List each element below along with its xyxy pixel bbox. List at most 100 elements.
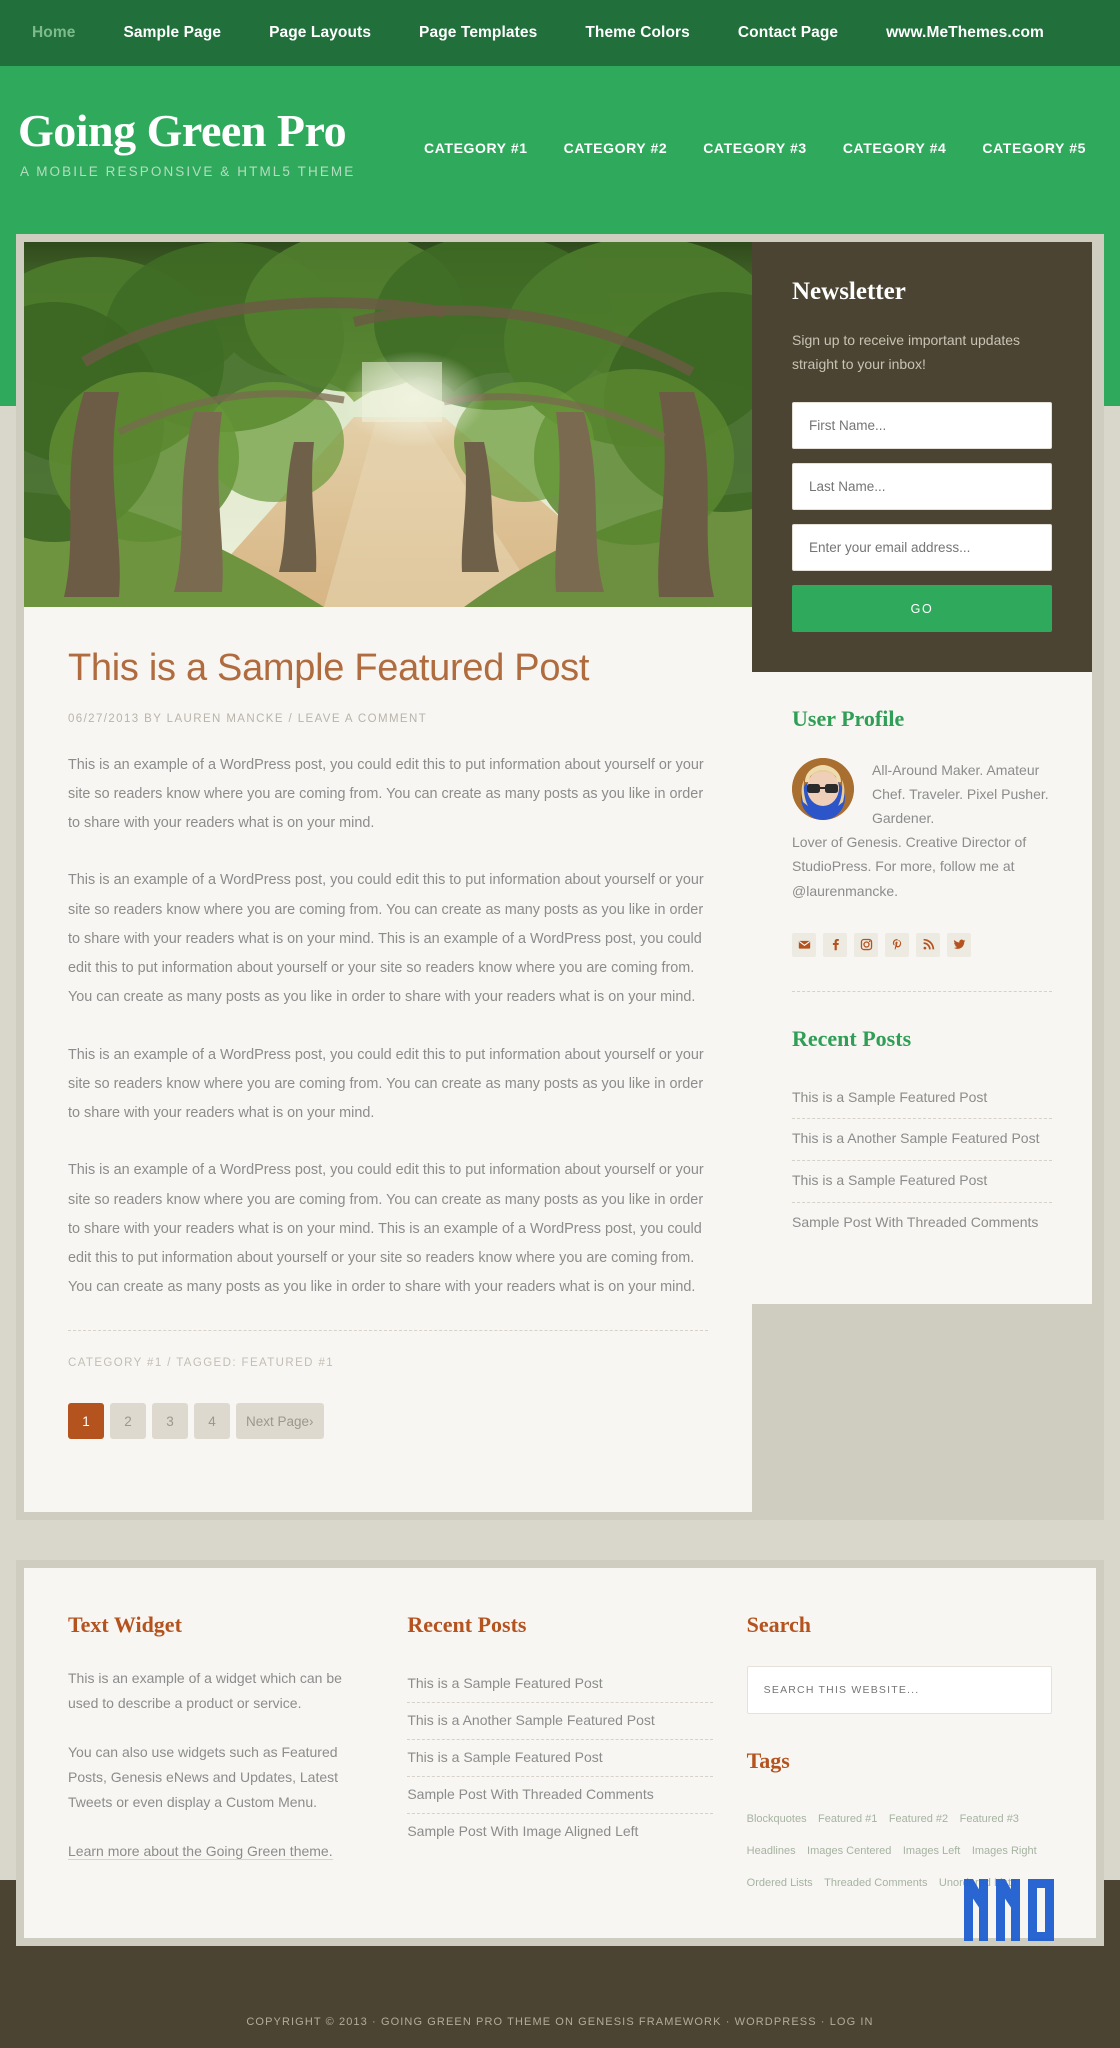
footer-widgets-outer: Text Widget This is an example of a widg… (16, 1560, 1104, 1946)
list-item[interactable]: This is a Sample Featured Post (407, 1666, 713, 1703)
footer-text-widget-p2: You can also use widgets such as Feature… (68, 1743, 339, 1810)
tag-link[interactable]: Ordered Lists (747, 1877, 813, 1889)
avatar (792, 758, 854, 821)
newsletter-description: Sign up to receive important updates str… (792, 332, 1021, 373)
header-nav-category-3[interactable]: CATEGORY #3 (685, 140, 825, 156)
topnav-item-methemes[interactable]: www.MeThemes.com (862, 24, 1068, 42)
facebook-icon[interactable] (823, 932, 847, 957)
topnav-item-theme-colors[interactable]: Theme Colors (561, 24, 714, 42)
footer-search-title: Search (746, 1612, 812, 1637)
header-nav-category-4[interactable]: CATEGORY #4 (825, 140, 965, 156)
topnav-item-home[interactable]: Home (8, 24, 99, 42)
footer-widget-search-tags: Search Tags Blockquotes Featured #1 Feat… (746, 1612, 1052, 1898)
pagination-page-1[interactable]: 1 (68, 1403, 104, 1440)
going-green-theme-link[interactable]: Learn more about the Going Green theme. (68, 1842, 333, 1860)
topnav-item-page-layouts[interactable]: Page Layouts (245, 24, 395, 42)
sidebar-recent-post-link[interactable]: Sample Post With Threaded Comments (792, 1203, 1052, 1244)
list-item[interactable]: This is a Sample Featured Post (407, 1740, 713, 1777)
tag-link[interactable]: Threaded Comments (824, 1877, 927, 1889)
pagination-next-page[interactable]: Next Page› (236, 1403, 324, 1440)
header-nav-category-1[interactable]: CATEGORY #1 (406, 140, 546, 156)
sidebar-recent-post-link[interactable]: This is a Sample Featured Post (792, 1161, 1052, 1202)
footer-recent-post-link[interactable]: This is a Another Sample Featured Post (407, 1703, 712, 1739)
tag-link[interactable]: Featured #2 (889, 1813, 948, 1825)
pagination-page-3[interactable]: 3 (152, 1403, 188, 1440)
list-item[interactable]: Sample Post With Threaded Comments (792, 1203, 1052, 1244)
footer-recent-post-link[interactable]: This is a Sample Featured Post (407, 1740, 712, 1776)
social-icons-row[interactable] (792, 903, 1052, 957)
header-category-navigation[interactable]: CATEGORY #1 CATEGORY #2 CATEGORY #3 CATE… (406, 66, 1104, 156)
topnav-item-page-templates[interactable]: Page Templates (395, 24, 561, 42)
site-header: Going Green Pro A MOBILE RESPONSIVE & HT… (0, 66, 1120, 234)
sidebar-recent-posts-title: Recent Posts (792, 1025, 912, 1051)
email-icon[interactable] (792, 932, 816, 957)
sidebar-recent-post-link[interactable]: This is a Another Sample Featured Post (792, 1119, 1052, 1160)
post-paragraph: This is an example of a WordPress post, … (68, 872, 704, 1006)
pagination-page-2[interactable]: 2 (110, 1403, 146, 1440)
footer-widget-text: Text Widget This is an example of a widg… (68, 1612, 407, 1898)
primary-sidebar: Newsletter Sign up to receive important … (752, 242, 1092, 1304)
footer-tags-title: Tags (746, 1748, 790, 1773)
pinterest-icon[interactable] (885, 932, 909, 957)
topnav-item-contact-page[interactable]: Contact Page (714, 24, 862, 42)
post-content: This is an example of a WordPress post, … (68, 751, 708, 1303)
list-item[interactable]: This is a Sample Featured Post (792, 1078, 1052, 1120)
user-profile-row: All-Around Maker. Amateur Chef. Traveler… (792, 758, 1052, 830)
footer-recent-post-link[interactable]: Sample Post With Threaded Comments (407, 1777, 712, 1813)
list-item[interactable]: Sample Post With Image Aligned Left (407, 1814, 712, 1850)
user-profile-widget: User Profile All-Around Maker. Amateur C… (752, 672, 1092, 992)
rss-icon[interactable] (916, 932, 940, 957)
list-item[interactable]: This is a Sample Featured Post (792, 1161, 1052, 1204)
footer-text-widget-p3: Learn more about the Going Green theme. (68, 1839, 373, 1864)
site-description: A MOBILE RESPONSIVE & HTML5 THEME (20, 164, 356, 179)
tag-link[interactable]: Featured #1 (818, 1813, 877, 1825)
tag-link[interactable]: Images Centered (807, 1845, 891, 1857)
mmo-watermark (962, 1869, 1058, 1954)
tag-link[interactable]: Blockquotes (747, 1813, 807, 1825)
footer-recent-posts-list: This is a Sample Featured Post This is a… (407, 1666, 713, 1850)
footer-recent-posts-title: Recent Posts (407, 1612, 527, 1637)
pagination-page-4[interactable]: 4 (194, 1403, 230, 1440)
footer-recent-post-link[interactable]: This is a Sample Featured Post (407, 1666, 712, 1702)
newsletter-submit-button[interactable]: GO (792, 585, 1052, 633)
post-meta[interactable]: 06/27/2013 BY LAUREN MANCKE / LEAVE A CO… (68, 713, 708, 725)
newsletter-widget: Newsletter Sign up to receive important … (752, 242, 1092, 673)
header-nav-category-5[interactable]: CATEGORY #5 (964, 140, 1104, 156)
post-paragraph: This is an example of a WordPress post, … (68, 756, 704, 832)
featured-post-image[interactable] (24, 242, 752, 607)
newsletter-last-name-input[interactable] (792, 463, 1052, 511)
tag-link[interactable]: Featured #3 (960, 1813, 1019, 1825)
header-nav-category-2[interactable]: CATEGORY #2 (546, 140, 686, 156)
list-item[interactable]: This is a Another Sample Featured Post (407, 1703, 713, 1740)
sidebar-recent-post-link[interactable]: This is a Sample Featured Post (792, 1078, 1052, 1119)
tag-link[interactable]: Headlines (747, 1845, 796, 1857)
site-footer: COPYRIGHT © 2013 · GOING GREEN PRO THEME… (0, 1996, 1120, 2048)
list-item[interactable]: This is a Another Sample Featured Post (792, 1119, 1052, 1162)
footer-recent-post-link[interactable]: Sample Post With Image Aligned Left (407, 1814, 712, 1850)
post-paragraph: This is an example of a WordPress post, … (68, 1046, 704, 1122)
post-article: This is a Sample Featured Post 06/27/201… (24, 607, 752, 1491)
footer-text-widget-p1: This is an example of a widget which can… (68, 1670, 342, 1711)
newsletter-title: Newsletter (792, 278, 906, 305)
topnav-item-sample-page[interactable]: Sample Page (99, 24, 245, 42)
user-profile-title: User Profile (792, 706, 905, 732)
site-inner: This is a Sample Featured Post 06/27/201… (16, 234, 1104, 1520)
post-paragraph: This is an example of a WordPress post, … (68, 1162, 704, 1296)
footer-credits[interactable]: COPYRIGHT © 2013 · GOING GREEN PRO THEME… (246, 2016, 873, 2028)
list-item[interactable]: Sample Post With Threaded Comments (407, 1777, 713, 1814)
tag-link[interactable]: Images Right (972, 1845, 1037, 1857)
newsletter-first-name-input[interactable] (792, 402, 1052, 450)
site-branding[interactable]: Going Green Pro A MOBILE RESPONSIVE & HT… (16, 66, 356, 180)
post-title[interactable]: This is a Sample Featured Post (68, 647, 708, 691)
instagram-icon[interactable] (854, 932, 878, 957)
top-navigation-bar[interactable]: Home Sample Page Page Layouts Page Templ… (0, 0, 1120, 66)
tag-link[interactable]: Images Left (903, 1845, 960, 1857)
footer-widget-recent-posts: Recent Posts This is a Sample Featured P… (407, 1612, 746, 1898)
twitter-icon[interactable] (947, 932, 971, 957)
pagination[interactable]: 1 2 3 4 Next Page› (68, 1369, 708, 1491)
newsletter-email-input[interactable] (792, 524, 1052, 572)
post-footer-meta[interactable]: CATEGORY #1 / TAGGED: FEATURED #1 (68, 1330, 708, 1369)
search-input[interactable] (746, 1666, 1052, 1714)
site-title[interactable]: Going Green Pro (18, 108, 355, 154)
footer-widgets: Text Widget This is an example of a widg… (24, 1568, 1096, 1938)
